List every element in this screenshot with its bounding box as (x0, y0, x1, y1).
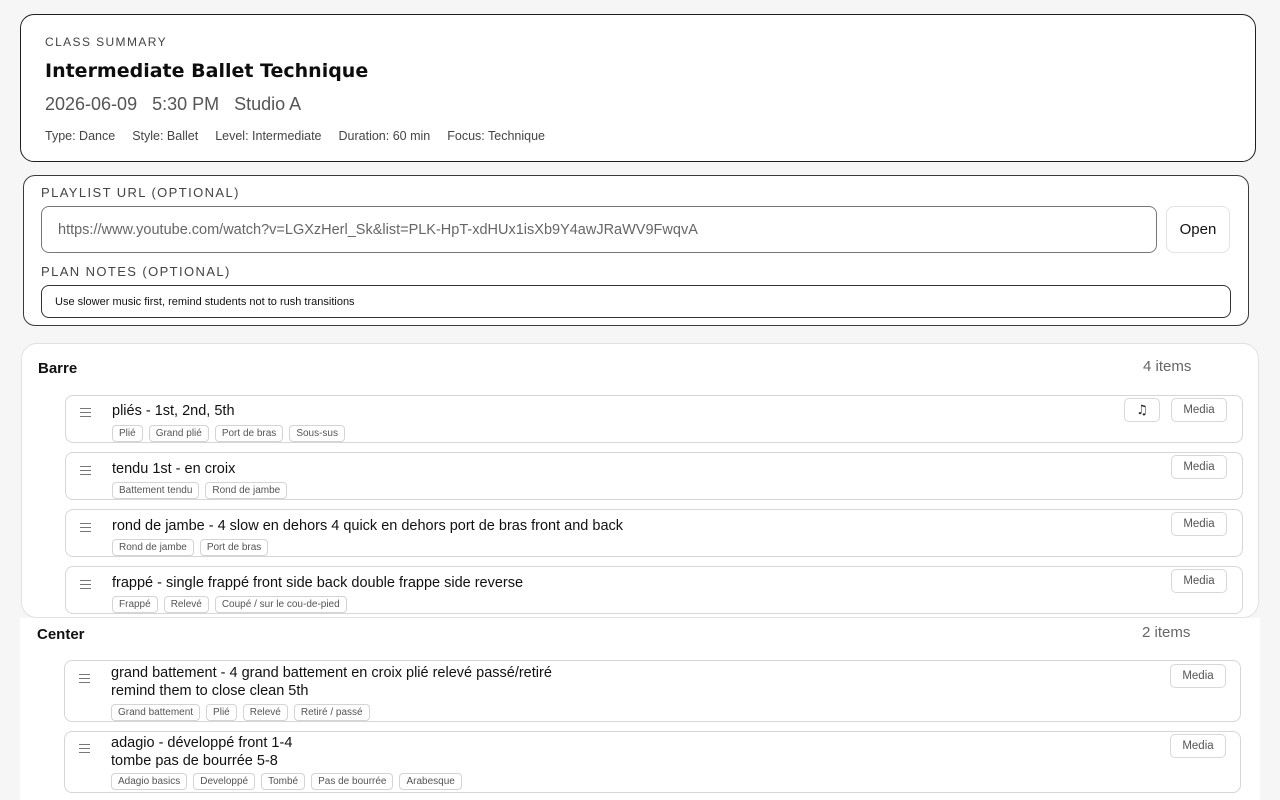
plan-details-card: PLAYLIST URL (OPTIONAL) https://www.yout… (23, 175, 1249, 326)
item-tags: Plié Grand plié Port de bras Sous-sus (112, 425, 345, 442)
plan-notes-input[interactable]: Use slower music first, remind students … (41, 285, 1231, 318)
plan-notes-label: PLAN NOTES (OPTIONAL) (41, 264, 231, 279)
drag-handle-icon[interactable] (80, 466, 92, 476)
section-barre: Barre 4 items pliés - 1st, 2nd, 5th Plié… (21, 343, 1259, 618)
item-tags: Frappé Relevé Coupé / sur le cou-de-pied (112, 596, 347, 613)
class-meta: Type: Dance Style: Ballet Level: Interme… (45, 129, 545, 143)
tag: Grand plié (148, 425, 209, 442)
item-tags: Grand battement Plié Relevé Retiré / pas… (111, 704, 370, 721)
drag-handle-icon[interactable] (80, 523, 92, 533)
tag: Sous-sus (289, 425, 345, 442)
section-count-barre: 4 items (1143, 358, 1192, 375)
list-item[interactable]: pliés - 1st, 2nd, 5th Plié Grand plié Po… (65, 395, 1243, 443)
media-button[interactable]: Media (1171, 512, 1227, 536)
item-tags: Adagio basics Developpé Tombé Pas de bou… (111, 773, 462, 790)
list-item[interactable]: tendu 1st - en croix Battement tendu Ron… (65, 452, 1243, 500)
tag: Port de bras (214, 425, 284, 442)
meta-duration: Duration: 60 min (338, 129, 431, 143)
media-button[interactable]: Media (1170, 734, 1226, 758)
tag: Developpé (193, 773, 256, 790)
item-note: remind them to close clean 5th (111, 683, 309, 699)
tag: Plié (112, 425, 143, 442)
meta-style: Style: Ballet (132, 129, 199, 143)
item-title: tendu 1st - en croix (112, 461, 236, 477)
tag: Rond de jambe (205, 482, 288, 499)
item-title: adagio - développé front 1-4 (111, 735, 293, 751)
tag: Rond de jambe (112, 539, 194, 556)
list-item[interactable]: rond de jambe - 4 slow en dehors 4 quick… (65, 509, 1243, 557)
item-title: grand battement - 4 grand battement en c… (111, 665, 552, 681)
tag: Relevé (242, 704, 288, 721)
music-note-icon[interactable]: ♫ (1124, 398, 1160, 422)
tag: Pas de bourrée (311, 773, 394, 790)
media-button[interactable]: Media (1171, 455, 1227, 479)
media-button[interactable]: Media (1171, 398, 1227, 422)
item-title: frappé - single frappé front side back d… (112, 575, 524, 591)
media-button[interactable]: Media (1170, 664, 1226, 688)
tag: Relevé (163, 596, 209, 613)
tag: Retiré / passé (293, 704, 370, 721)
tag: Adagio basics (111, 773, 188, 790)
item-tags: Rond de jambe Port de bras (112, 539, 269, 556)
section-center: Center 2 items grand battement - 4 grand… (20, 618, 1260, 800)
drag-handle-icon[interactable] (80, 408, 92, 418)
drag-handle-icon[interactable] (79, 674, 91, 684)
tag: Frappé (112, 596, 158, 613)
section-title-center: Center (37, 626, 85, 643)
class-summary-eyebrow: CLASS SUMMARY (45, 35, 168, 49)
meta-focus: Focus: Technique (447, 129, 545, 143)
tag: Battement tendu (112, 482, 200, 499)
list-item[interactable]: adagio - développé front 1-4 tombe pas d… (64, 731, 1241, 793)
tag: Plié (206, 704, 237, 721)
tag: Coupé / sur le cou-de-pied (214, 596, 347, 613)
item-title: pliés - 1st, 2nd, 5th (112, 403, 235, 419)
playlist-url-input[interactable]: https://www.youtube.com/watch?v=LGXzHerl… (41, 206, 1157, 253)
list-item[interactable]: frappé - single frappé front side back d… (65, 566, 1243, 614)
drag-handle-icon[interactable] (79, 744, 91, 754)
item-title: rond de jambe - 4 slow en dehors 4 quick… (112, 518, 624, 534)
playlist-url-label: PLAYLIST URL (OPTIONAL) (41, 185, 240, 200)
tag: Grand battement (111, 704, 201, 721)
tag: Arabesque (399, 773, 462, 790)
open-playlist-button[interactable]: Open (1166, 206, 1230, 253)
class-title: Intermediate Ballet Technique (45, 60, 369, 82)
class-summary-card: CLASS SUMMARY Intermediate Ballet Techni… (20, 14, 1256, 162)
meta-type: Type: Dance (45, 129, 116, 143)
media-button[interactable]: Media (1171, 569, 1227, 593)
list-item[interactable]: grand battement - 4 grand battement en c… (64, 660, 1241, 722)
tag: Port de bras (199, 539, 269, 556)
tag: Tombé (261, 773, 306, 790)
section-title-barre: Barre (38, 360, 78, 377)
meta-level: Level: Intermediate (215, 129, 322, 143)
class-date-time-location: 2026-06-09 5:30 PM Studio A (45, 94, 302, 114)
section-count-center: 2 items (1142, 624, 1191, 641)
item-tags: Battement tendu Rond de jambe (112, 482, 288, 499)
drag-handle-icon[interactable] (80, 580, 92, 590)
item-note: tombe pas de bourrée 5-8 (111, 753, 278, 769)
